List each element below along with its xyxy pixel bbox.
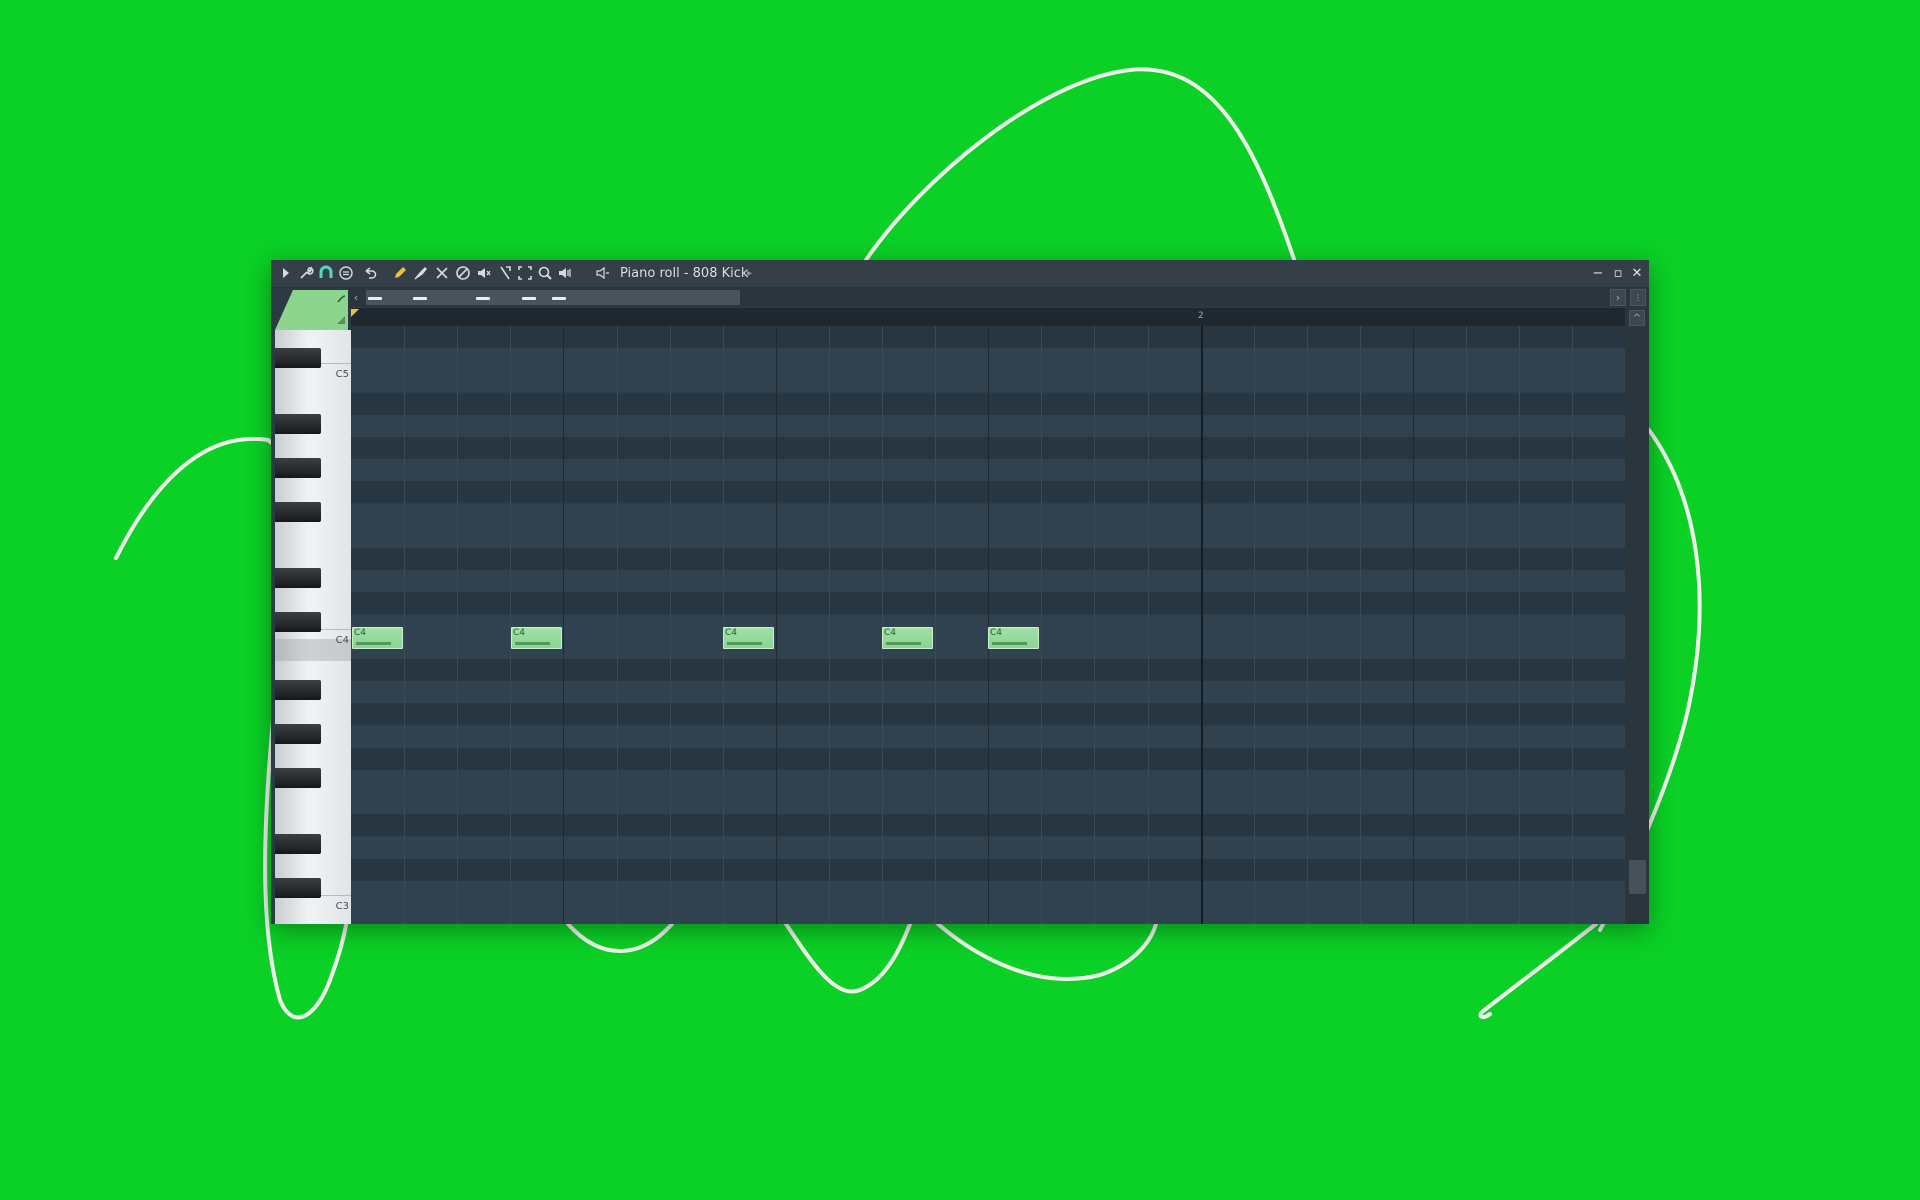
black-key[interactable] xyxy=(275,458,321,478)
time-ruler[interactable]: 2 xyxy=(351,308,1625,326)
magnet-icon[interactable] xyxy=(317,264,335,282)
note-velocity-bar xyxy=(727,642,762,645)
black-key[interactable] xyxy=(275,834,321,854)
grid-line xyxy=(404,326,405,924)
black-key[interactable] xyxy=(275,414,321,434)
zoom-icon[interactable] xyxy=(536,264,554,282)
slice-icon[interactable] xyxy=(496,264,514,282)
key-label-c5: C5 xyxy=(335,369,349,380)
black-key[interactable] xyxy=(275,878,321,898)
vertical-scroll-thumb[interactable] xyxy=(1629,860,1646,894)
grid-line xyxy=(882,326,883,924)
pencil-icon[interactable] xyxy=(391,264,409,282)
snap-icon[interactable] xyxy=(337,264,355,282)
delete-icon[interactable] xyxy=(433,264,451,282)
note-velocity-bar xyxy=(992,642,1027,645)
grid-line xyxy=(1041,326,1042,924)
key-label-c3: C3 xyxy=(335,901,349,912)
brush-icon[interactable] xyxy=(412,264,430,282)
wrench-icon[interactable] xyxy=(297,264,315,282)
note-velocity-bar xyxy=(356,642,391,645)
grid-line xyxy=(617,326,618,924)
grid-line xyxy=(670,326,671,924)
note[interactable]: C4 xyxy=(988,627,1039,649)
grid-line xyxy=(935,326,936,924)
scroll-end-icon[interactable]: ⋮ xyxy=(1630,289,1646,306)
grid-line xyxy=(1148,326,1149,924)
grid-line xyxy=(1254,326,1255,924)
target-control-tab[interactable] xyxy=(275,288,348,330)
grid-line xyxy=(457,326,458,924)
grid-line xyxy=(723,326,724,924)
note-velocity-bar xyxy=(886,642,921,645)
black-key[interactable] xyxy=(275,502,321,522)
scroll-up-icon[interactable]: ^ xyxy=(1629,310,1645,326)
playhead-marker-icon[interactable] xyxy=(351,309,359,317)
scroll-thumb[interactable] xyxy=(366,290,740,305)
grid-line xyxy=(510,326,511,924)
black-key[interactable] xyxy=(275,568,321,588)
close-button[interactable]: ✕ xyxy=(1628,264,1646,282)
note[interactable]: C4 xyxy=(352,627,403,649)
window-title: Piano roll - 808 Kick xyxy=(620,266,749,281)
title-menu-arrow-icon[interactable]: ▸ xyxy=(747,265,752,283)
mini-note xyxy=(368,297,382,300)
title-bar[interactable]: Piano roll - 808 Kick ▸ − ▫ ✕ xyxy=(271,260,1649,288)
note-velocity-bar xyxy=(515,642,550,645)
grid-line xyxy=(563,326,564,924)
key-label-c4: C4 xyxy=(335,635,349,646)
bar-number: 2 xyxy=(1198,311,1204,321)
mini-note xyxy=(413,297,427,300)
grid-line xyxy=(829,326,830,924)
grid-line xyxy=(1094,326,1095,924)
scroll-left-icon[interactable]: ‹ xyxy=(348,289,364,306)
grid-line xyxy=(1466,326,1467,924)
note[interactable]: C4 xyxy=(511,627,562,649)
black-key[interactable] xyxy=(275,680,321,700)
maximize-button[interactable]: ▫ xyxy=(1609,264,1627,282)
playback-icon[interactable] xyxy=(556,264,574,282)
minimize-button[interactable]: − xyxy=(1589,264,1607,282)
mini-note xyxy=(552,297,566,300)
mini-note xyxy=(476,297,490,300)
piano-roll-window[interactable]: Piano roll - 808 Kick ▸ − ▫ ✕ ‹ › ⋮ 2 C5… xyxy=(271,260,1649,924)
horizontal-scrollbar[interactable]: ‹ › ⋮ xyxy=(348,288,1649,307)
grid-line xyxy=(776,326,777,924)
piano-keyboard[interactable]: C5 C4 C3 xyxy=(275,330,351,924)
note-label: C4 xyxy=(354,628,367,638)
scroll-right-icon[interactable]: › xyxy=(1610,289,1626,306)
no-icon[interactable] xyxy=(454,264,472,282)
grid-line xyxy=(1413,326,1414,924)
note-label: C4 xyxy=(725,628,738,638)
mute-icon[interactable] xyxy=(475,264,493,282)
mini-note xyxy=(522,297,536,300)
vertical-scrollbar[interactable]: ^ xyxy=(1625,308,1649,924)
black-key[interactable] xyxy=(275,724,321,744)
grid-line xyxy=(988,326,989,924)
note-grid[interactable]: C4 C4 C4 C4 C4 xyxy=(351,326,1625,924)
note[interactable]: C4 xyxy=(723,627,774,649)
note[interactable]: C4 xyxy=(882,627,933,649)
black-key[interactable] xyxy=(275,612,321,632)
note-label: C4 xyxy=(884,628,897,638)
select-icon[interactable] xyxy=(516,264,534,282)
play-arrow-icon[interactable] xyxy=(277,264,295,282)
undo-icon[interactable] xyxy=(361,264,379,282)
grid-line xyxy=(1307,326,1308,924)
black-key[interactable] xyxy=(275,348,321,368)
grid-line xyxy=(1360,326,1361,924)
speaker-icon[interactable] xyxy=(594,264,612,282)
grid-line xyxy=(1572,326,1573,924)
grid-line xyxy=(1519,326,1520,924)
bar-line xyxy=(1201,326,1203,924)
note-label: C4 xyxy=(513,628,526,638)
black-key[interactable] xyxy=(275,768,321,788)
note-label: C4 xyxy=(990,628,1003,638)
